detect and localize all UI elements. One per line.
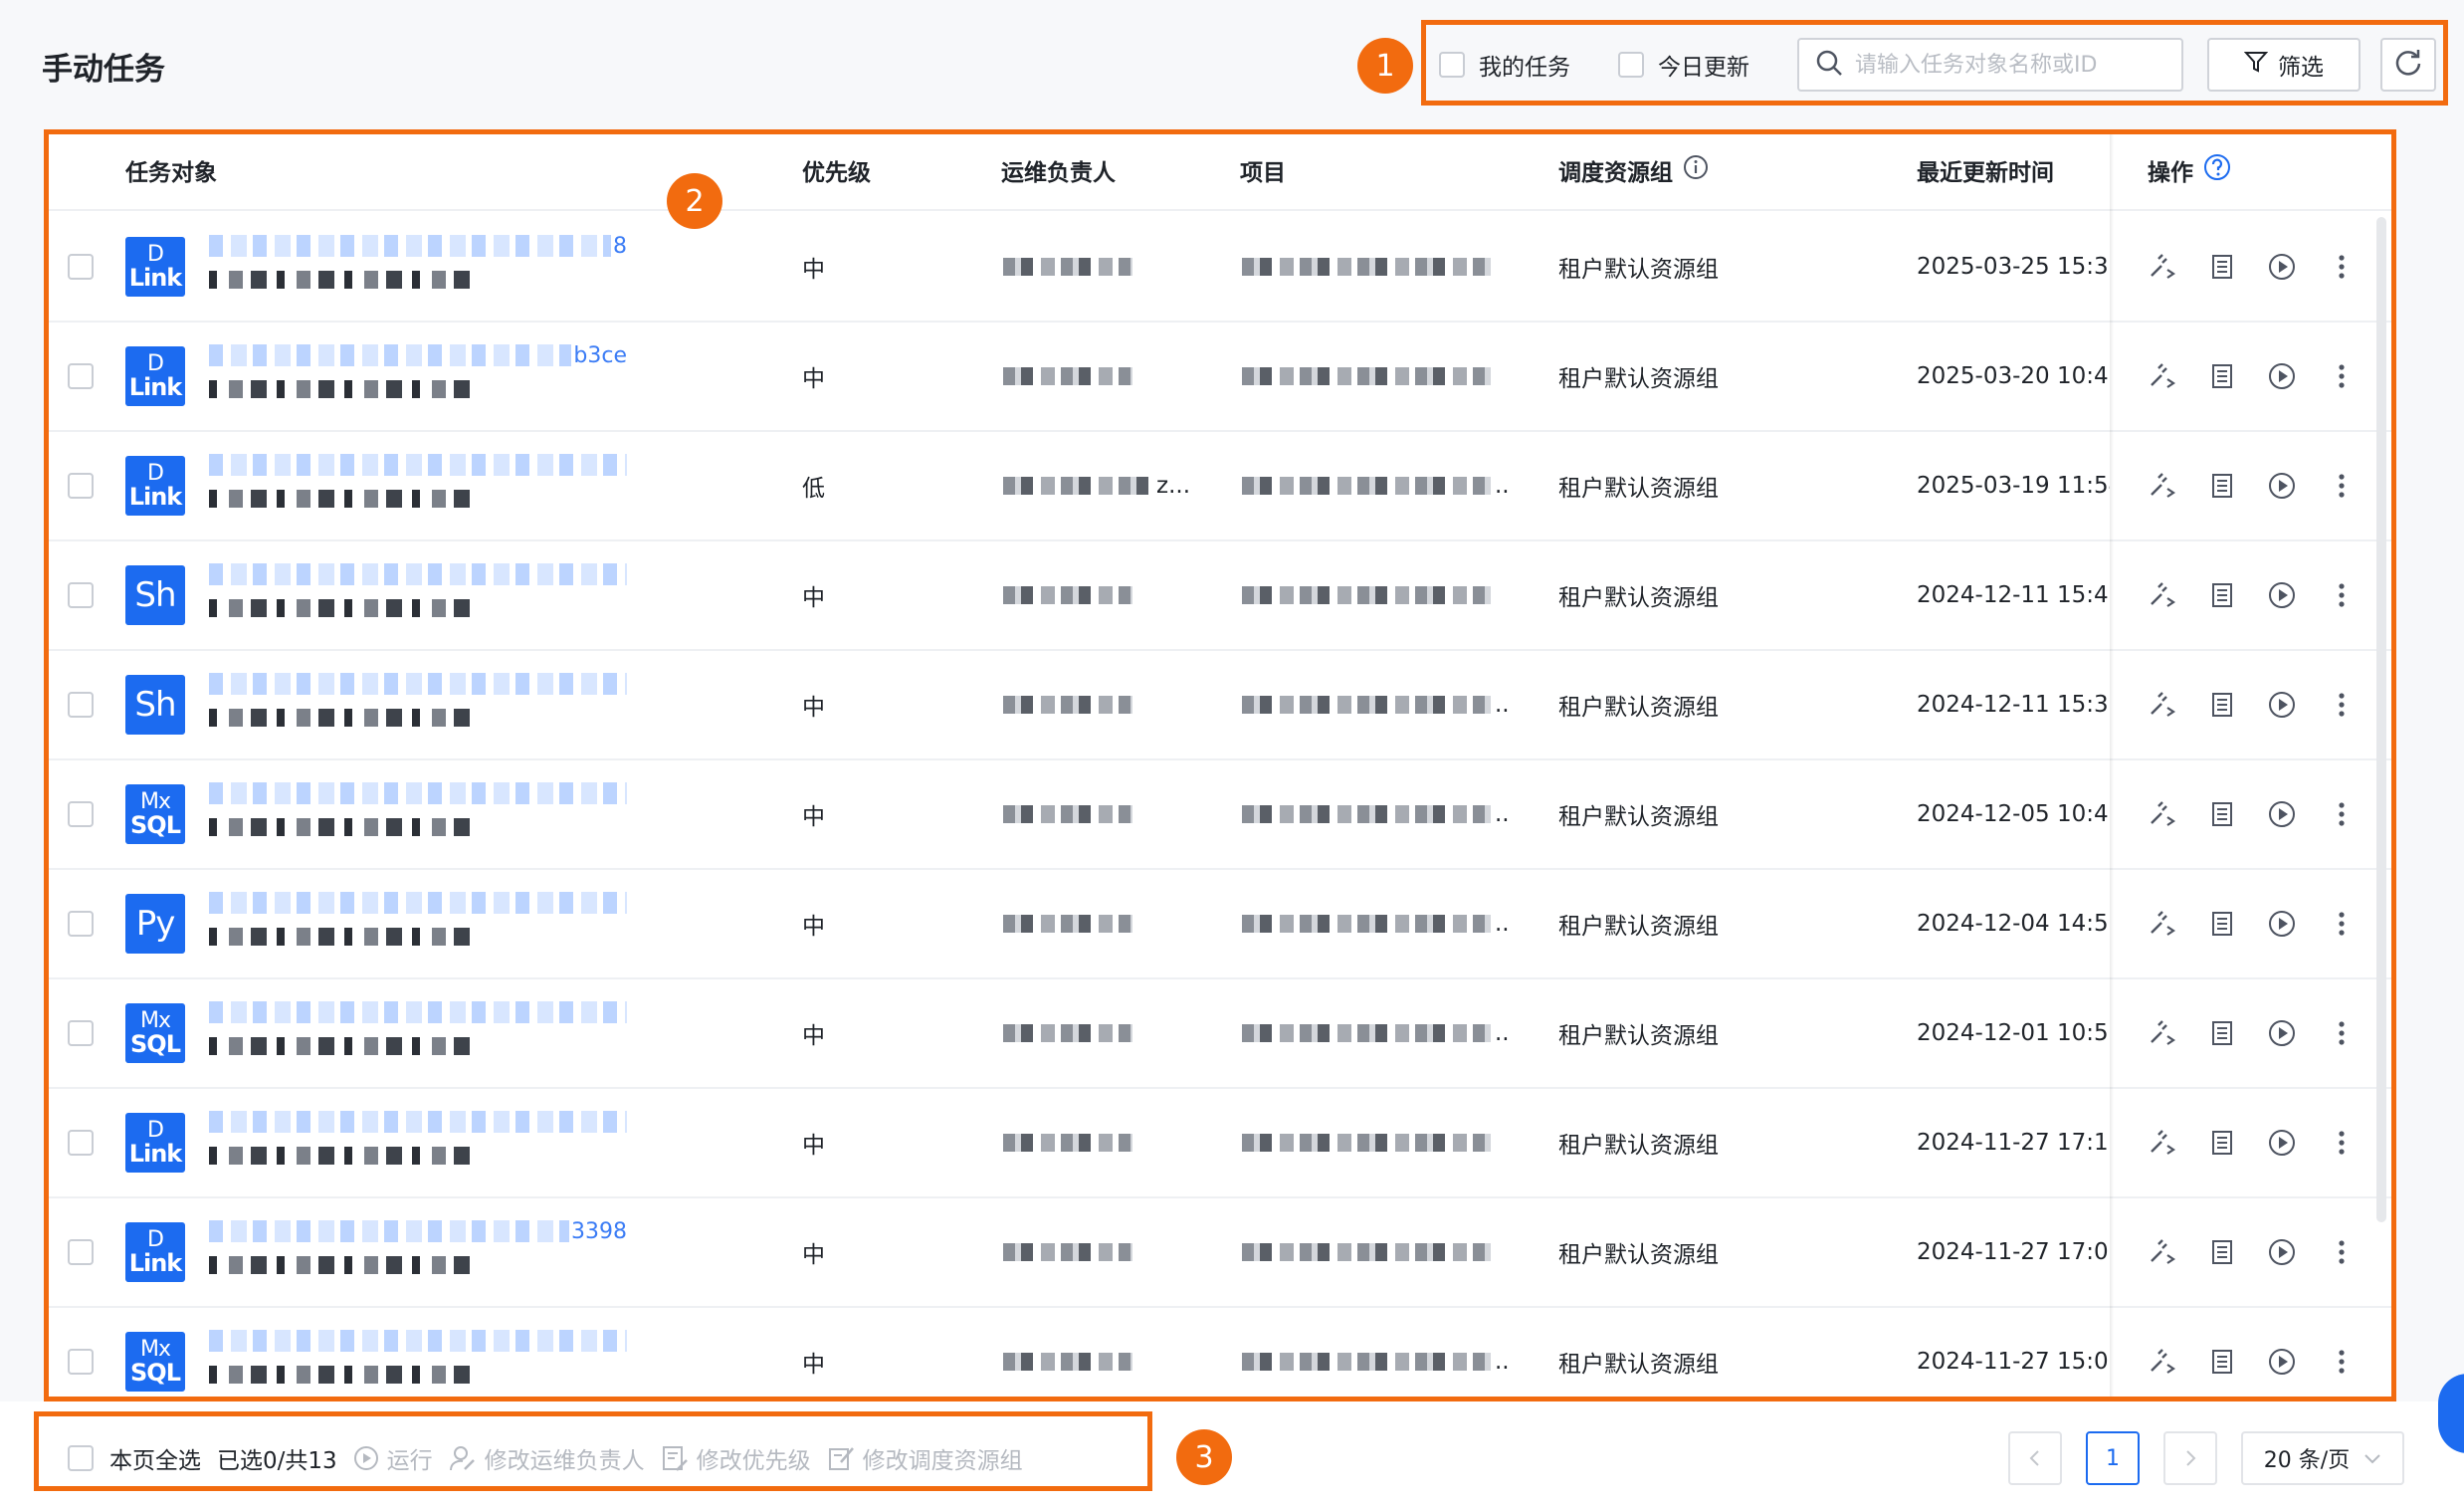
prev-page-button[interactable]: [2008, 1431, 2062, 1485]
today-updated-checkbox-box[interactable]: [1618, 52, 1644, 78]
page-size-label: 20 条/页: [2263, 1448, 2351, 1473]
my-tasks-checkbox-box[interactable]: [1439, 52, 1465, 78]
refresh-icon: [2393, 48, 2423, 82]
next-page-button[interactable]: [2163, 1431, 2217, 1485]
page-title: 手动任务: [42, 52, 165, 88]
page-size-select[interactable]: 20 条/页: [2241, 1431, 2404, 1485]
my-tasks-checkbox[interactable]: 我的任务: [1439, 48, 1570, 82]
filter-label: 筛选: [2278, 55, 2324, 81]
search-box[interactable]: [1797, 38, 2183, 92]
search-icon: [1815, 49, 1843, 81]
highlight-box-table: [44, 129, 2396, 1401]
today-updated-label: 今日更新: [1658, 55, 1749, 81]
chevron-down-icon: [2364, 1454, 2380, 1464]
highlight-box-batch: [34, 1411, 1152, 1491]
refresh-button[interactable]: [2380, 38, 2436, 92]
callout-badge-1: 1: [1357, 38, 1413, 94]
app-root: 手动任务 1 我的任务 今日更新 筛选: [0, 0, 2464, 1507]
toolbar: 我的任务 今日更新 筛选: [1425, 22, 2448, 104]
page-number-button[interactable]: 1: [2086, 1431, 2140, 1485]
pagination: 1 20 条/页: [2008, 1431, 2404, 1485]
search-input[interactable]: [1855, 52, 2173, 78]
chevron-right-icon: [2186, 1450, 2196, 1466]
chevron-left-icon: [2029, 1450, 2039, 1466]
my-tasks-label: 我的任务: [1479, 55, 1570, 81]
callout-badge-3: 3: [1176, 1429, 1232, 1485]
filter-icon: [2243, 50, 2269, 80]
filter-button[interactable]: 筛选: [2207, 38, 2361, 92]
today-updated-checkbox[interactable]: 今日更新: [1618, 48, 1749, 82]
